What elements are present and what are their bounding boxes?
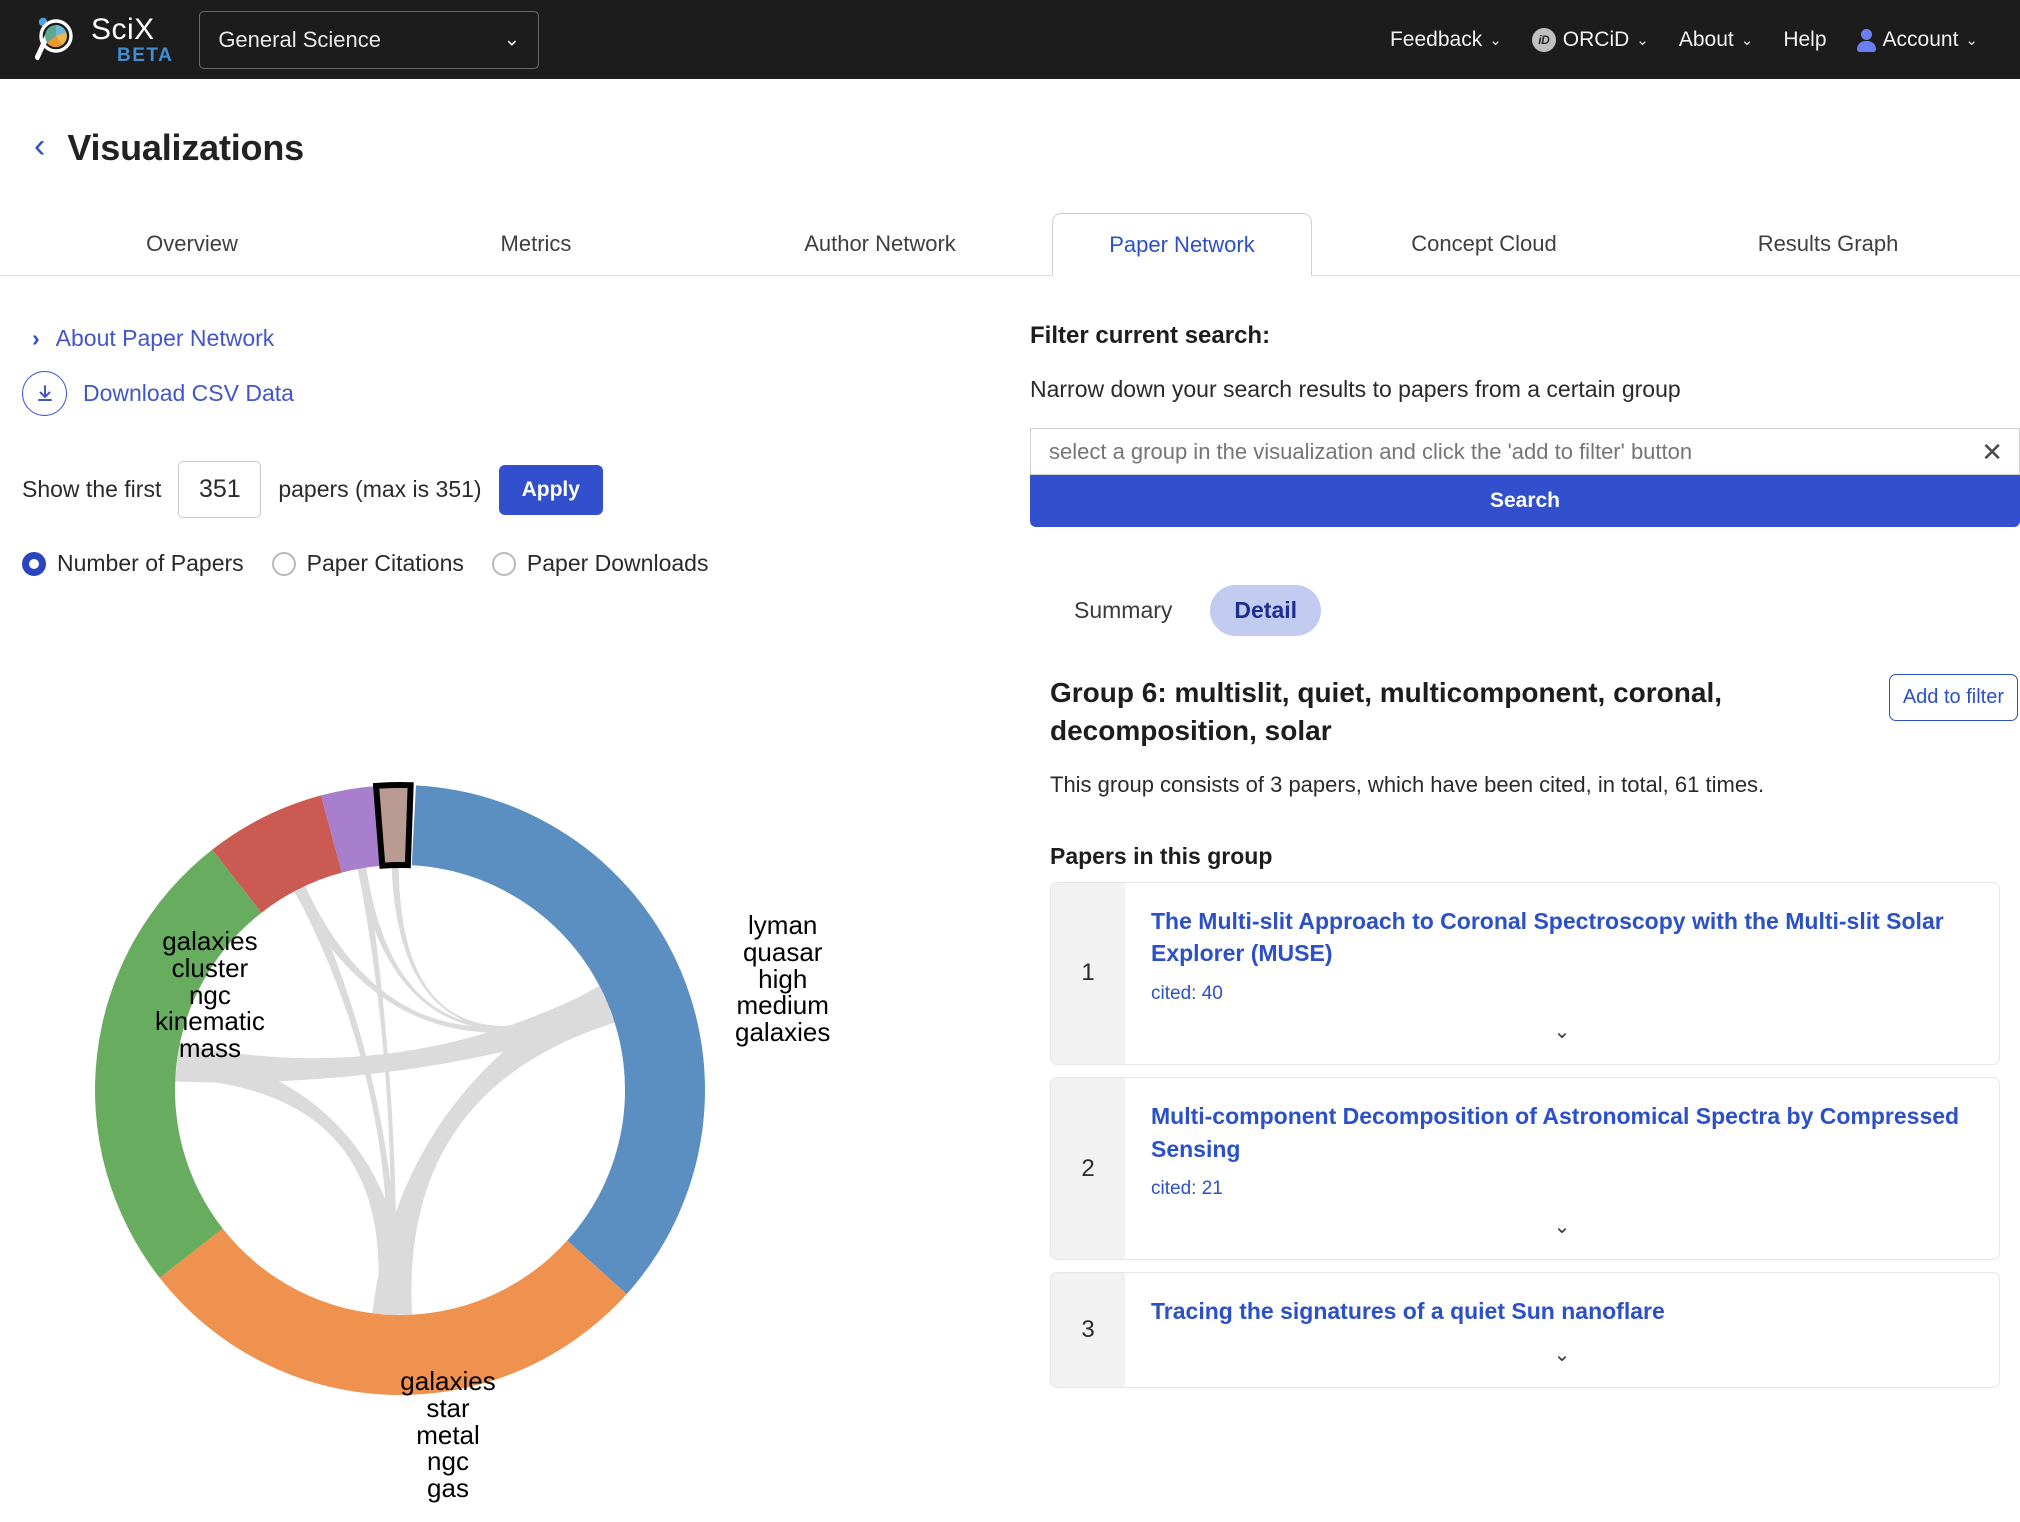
show-first-label: Show the first bbox=[22, 476, 161, 503]
group-description: This group consists of 3 papers, which h… bbox=[1030, 772, 2020, 798]
radio-dot-icon bbox=[272, 552, 296, 576]
paper-title-link[interactable]: Tracing the signatures of a quiet Sun na… bbox=[1151, 1295, 1973, 1328]
download-csv-row[interactable]: Download CSV Data bbox=[0, 352, 1030, 416]
add-to-filter-button[interactable]: Add to filter bbox=[1889, 674, 2018, 721]
papers-count-input[interactable] bbox=[178, 461, 261, 518]
scix-logo[interactable]: SciX BETA bbox=[26, 12, 173, 68]
nav-item-orcid[interactable]: iD ORCiD ⌄ bbox=[1532, 28, 1649, 52]
paper-body: The Multi-slit Approach to Coronal Spect… bbox=[1125, 883, 1999, 1064]
paper-index: 3 bbox=[1051, 1273, 1125, 1387]
apply-button[interactable]: Apply bbox=[499, 465, 603, 515]
visualization-tabs: Overview Metrics Author Network Paper Ne… bbox=[0, 213, 2020, 276]
radio-label-paper-citations: Paper Citations bbox=[307, 550, 464, 577]
chord-label-galaxies-cluster: galaxies cluster ngc kinematic mass bbox=[155, 928, 265, 1062]
paper-list-item: 2 Multi-component Decomposition of Astro… bbox=[1050, 1077, 2000, 1260]
back-button[interactable]: ‹ bbox=[34, 129, 45, 163]
metric-radio-group: Number of Papers Paper Citations Paper D… bbox=[0, 518, 1030, 577]
main-content: › About Paper Network Download CSV Data … bbox=[0, 276, 2020, 1388]
close-icon[interactable]: ✕ bbox=[1981, 439, 2003, 465]
paper-body: Tracing the signatures of a quiet Sun na… bbox=[1125, 1273, 1999, 1387]
search-scope-select[interactable]: General Science ⌄ bbox=[199, 11, 539, 69]
radio-label-paper-downloads: Paper Downloads bbox=[527, 550, 709, 577]
chevron-down-icon: ⌄ bbox=[1489, 31, 1502, 49]
user-icon bbox=[1857, 29, 1876, 51]
paper-index: 1 bbox=[1051, 883, 1125, 1064]
nav-item-help[interactable]: Help bbox=[1783, 28, 1826, 52]
nav-item-feedback[interactable]: Feedback ⌄ bbox=[1390, 28, 1502, 52]
paper-list-item: 3 Tracing the signatures of a quiet Sun … bbox=[1050, 1272, 2000, 1388]
group-title: Group 6: multislit, quiet, multicomponen… bbox=[1050, 674, 1790, 750]
chevron-right-icon: › bbox=[32, 325, 40, 352]
filter-group-input-wrapper[interactable]: ✕ bbox=[1030, 428, 2020, 475]
tab-results-graph[interactable]: Results Graph bbox=[1656, 213, 2000, 275]
top-nav-links: Feedback ⌄ iD ORCiD ⌄ About ⌄ Help Accou… bbox=[1390, 28, 1994, 52]
logo-beta-badge: BETA bbox=[117, 46, 173, 65]
radio-number-of-papers[interactable]: Number of Papers bbox=[22, 550, 244, 577]
search-scope-value: General Science bbox=[218, 27, 381, 53]
tab-metrics[interactable]: Metrics bbox=[364, 213, 708, 275]
nav-label-about: About bbox=[1679, 28, 1734, 52]
papers-in-group-heading: Papers in this group bbox=[1030, 843, 2020, 870]
left-panel: › About Paper Network Download CSV Data … bbox=[0, 276, 1030, 1388]
summary-detail-toggle: Summary Detail bbox=[1030, 585, 2020, 636]
chord-label-lyman-quasar: lyman quasar high medium galaxies bbox=[735, 912, 830, 1046]
tab-paper-network[interactable]: Paper Network bbox=[1052, 213, 1312, 276]
orcid-icon: iD bbox=[1532, 28, 1556, 52]
paper-index: 2 bbox=[1051, 1078, 1125, 1259]
nav-item-about[interactable]: About ⌄ bbox=[1679, 28, 1753, 52]
radio-dot-icon bbox=[22, 552, 46, 576]
filter-group-input[interactable] bbox=[1047, 438, 1927, 466]
download-csv-link[interactable]: Download CSV Data bbox=[83, 380, 294, 407]
about-paper-network-link[interactable]: About Paper Network bbox=[56, 325, 275, 352]
radio-dot-icon bbox=[492, 552, 516, 576]
tab-concept-cloud[interactable]: Concept Cloud bbox=[1312, 213, 1656, 275]
paper-title-link[interactable]: Multi-component Decomposition of Astrono… bbox=[1151, 1100, 1973, 1165]
tab-author-network[interactable]: Author Network bbox=[708, 213, 1052, 275]
nav-item-account[interactable]: Account ⌄ bbox=[1857, 28, 1978, 52]
nav-label-orcid: ORCiD bbox=[1563, 28, 1630, 52]
group-header: Group 6: multislit, quiet, multicomponen… bbox=[1030, 674, 2020, 750]
page-header: ‹ Visualizations bbox=[0, 79, 2020, 169]
nav-label-help: Help bbox=[1783, 28, 1826, 52]
paper-title-link[interactable]: The Multi-slit Approach to Coronal Spect… bbox=[1151, 905, 1973, 970]
nav-label-feedback: Feedback bbox=[1390, 28, 1482, 52]
top-navigation-bar: SciX BETA General Science ⌄ Feedback ⌄ i… bbox=[0, 0, 2020, 79]
tab-summary[interactable]: Summary bbox=[1050, 585, 1196, 636]
right-panel: Filter current search: Narrow down your … bbox=[1030, 276, 2020, 1388]
tab-detail[interactable]: Detail bbox=[1210, 585, 1321, 636]
download-icon bbox=[22, 371, 67, 416]
radio-label-number-of-papers: Number of Papers bbox=[57, 550, 244, 577]
filter-description: Narrow down your search results to paper… bbox=[1030, 376, 2020, 403]
chevron-down-icon: ⌄ bbox=[1965, 31, 1978, 49]
paper-list-item: 1 The Multi-slit Approach to Coronal Spe… bbox=[1050, 882, 2000, 1065]
chevron-down-icon: ⌄ bbox=[504, 26, 521, 51]
search-button[interactable]: Search bbox=[1030, 475, 2020, 527]
radio-paper-downloads[interactable]: Paper Downloads bbox=[492, 550, 709, 577]
filter-current-search-title: Filter current search: bbox=[1030, 322, 2020, 350]
radio-paper-citations[interactable]: Paper Citations bbox=[272, 550, 464, 577]
nav-label-account: Account bbox=[1883, 28, 1959, 52]
paper-body: Multi-component Decomposition of Astrono… bbox=[1125, 1078, 1999, 1259]
chevron-down-icon[interactable]: ⌄ bbox=[1151, 1005, 1973, 1054]
chevron-down-icon: ⌄ bbox=[1741, 31, 1754, 49]
scix-logo-icon bbox=[26, 12, 82, 68]
chevron-down-icon: ⌄ bbox=[1636, 31, 1649, 49]
paper-citation-count: cited: 40 bbox=[1151, 983, 1973, 1005]
paper-citation-count: cited: 21 bbox=[1151, 1178, 1973, 1200]
show-first-papers-row: Show the first papers (max is 351) Apply bbox=[0, 416, 1030, 518]
logo-wordmark: SciX bbox=[91, 15, 173, 45]
chevron-down-icon[interactable]: ⌄ bbox=[1151, 1328, 1973, 1377]
page-title: Visualizations bbox=[67, 127, 304, 169]
about-paper-network-row[interactable]: › About Paper Network bbox=[0, 276, 1030, 352]
chord-label-galaxies-star: galaxies star metal ngc gas bbox=[400, 1368, 495, 1502]
tab-overview[interactable]: Overview bbox=[20, 213, 364, 275]
chevron-down-icon[interactable]: ⌄ bbox=[1151, 1200, 1973, 1249]
max-papers-label: papers (max is 351) bbox=[278, 476, 481, 503]
